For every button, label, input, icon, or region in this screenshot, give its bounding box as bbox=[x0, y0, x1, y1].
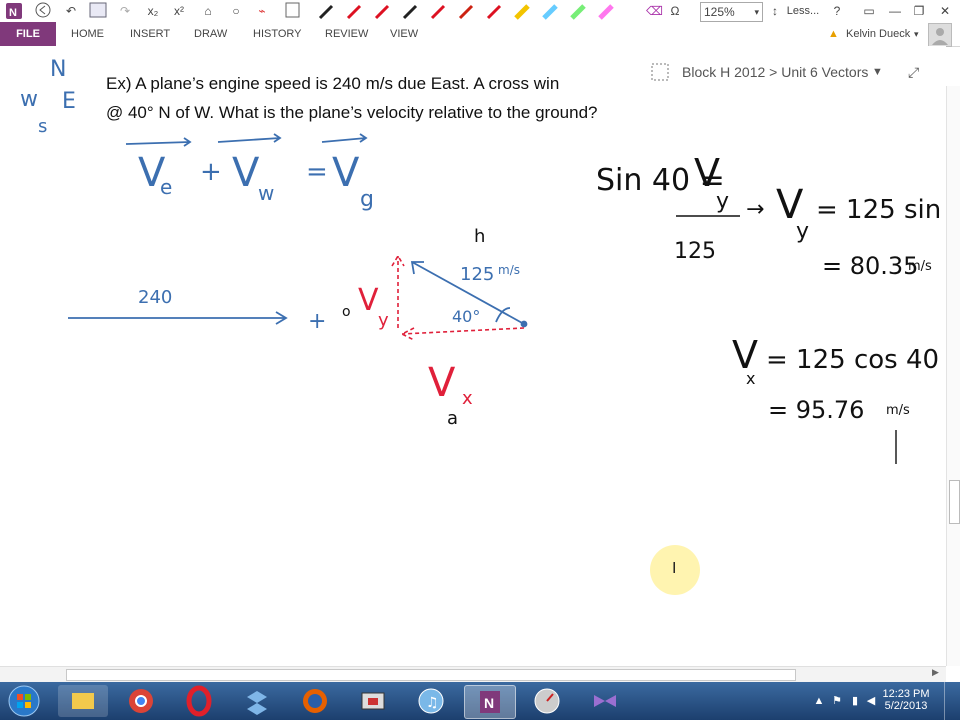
minimize-button[interactable]: — bbox=[886, 2, 904, 20]
taskbar: ♫ N ▲ ⚑ ▮ ◀ 12:23 PM 5/2/2013 bbox=[0, 682, 960, 720]
eraser-icon[interactable]: ⌁ bbox=[252, 2, 272, 20]
tab-view[interactable]: VIEW bbox=[390, 22, 418, 46]
insert-space-icon[interactable] bbox=[282, 2, 304, 20]
breadcrumb[interactable]: Block H 2012 > Unit 6 Vectors ▼ ⤢ bbox=[638, 58, 938, 86]
undo-icon[interactable]: ↶ bbox=[62, 2, 80, 20]
eraser-pen-icon[interactable]: ⌫ bbox=[646, 2, 663, 20]
less-button[interactable]: Less... bbox=[786, 2, 820, 20]
file-tab[interactable]: FILE bbox=[0, 22, 56, 46]
horizontal-scrollbar[interactable]: ▶ bbox=[0, 666, 946, 683]
help-button[interactable]: ? bbox=[830, 2, 844, 20]
chevron-down-icon[interactable]: ▾ bbox=[914, 22, 919, 46]
lasso-icon[interactable]: ○ bbox=[226, 2, 246, 20]
svg-text:♫: ♫ bbox=[426, 695, 439, 711]
pen-color-icon[interactable]: ↕ bbox=[766, 2, 784, 20]
opera-taskbar-icon[interactable] bbox=[174, 685, 224, 717]
notebook-icon bbox=[650, 58, 670, 91]
dropbox-taskbar-icon[interactable] bbox=[232, 685, 282, 717]
warning-icon: ▲ bbox=[828, 28, 839, 40]
zoom-value: 125% bbox=[704, 5, 735, 19]
tab-home[interactable]: HOME bbox=[71, 22, 104, 46]
pen-icons[interactable] bbox=[318, 2, 638, 20]
chevron-down-icon: ▾ bbox=[754, 7, 759, 17]
dock-icon[interactable] bbox=[88, 2, 108, 20]
clock-time: 12:23 PM bbox=[882, 688, 930, 700]
tray-arrow-icon[interactable]: ▲ bbox=[812, 682, 826, 720]
network-icon[interactable]: ▮ bbox=[848, 682, 862, 720]
page-canvas[interactable] bbox=[0, 46, 946, 666]
equation-button[interactable]: Ω bbox=[664, 2, 686, 20]
subscript-button[interactable]: x₂ bbox=[142, 2, 164, 20]
clock[interactable]: 12:23 PM 5/2/2013 bbox=[876, 682, 936, 720]
svg-text:N: N bbox=[484, 695, 494, 711]
start-button[interactable] bbox=[6, 684, 42, 718]
question-line-1: Ex) A plane’s engine speed is 240 m/s du… bbox=[106, 74, 560, 93]
svg-text:N: N bbox=[9, 7, 17, 19]
flag-icon[interactable]: ⚑ bbox=[830, 682, 844, 720]
explorer-taskbar-icon[interactable] bbox=[58, 685, 108, 717]
tab-draw[interactable]: DRAW bbox=[194, 22, 227, 46]
user-name[interactable]: Kelvin Dueck bbox=[846, 22, 910, 46]
restore-button[interactable]: ❐ bbox=[910, 2, 928, 20]
redo-icon[interactable]: ↷ bbox=[116, 2, 134, 20]
visual-studio-taskbar-icon[interactable] bbox=[580, 685, 630, 717]
chevron-down-icon[interactable]: ▼ bbox=[872, 58, 883, 86]
text-cursor-icon: I bbox=[672, 560, 677, 577]
tab-history[interactable]: HISTORY bbox=[253, 22, 302, 46]
tab-insert[interactable]: INSERT bbox=[130, 22, 170, 46]
tag-icon[interactable]: ⌂ bbox=[198, 2, 218, 20]
firefox-taskbar-icon[interactable] bbox=[290, 685, 340, 717]
breadcrumb-text: Block H 2012 > Unit 6 Vectors bbox=[682, 64, 869, 80]
question-line-2: @ 40° N of W. What is the plane’s veloci… bbox=[106, 103, 598, 122]
chrome-taskbar-icon[interactable] bbox=[116, 685, 166, 717]
recorder-taskbar-icon[interactable] bbox=[348, 685, 398, 717]
show-desktop-button[interactable] bbox=[944, 682, 960, 720]
close-button[interactable]: ✕ bbox=[936, 2, 954, 20]
vertical-scroll-thumb[interactable] bbox=[949, 480, 960, 524]
zoom-select[interactable]: 125% ▾ bbox=[700, 2, 763, 22]
clock-date: 5/2/2013 bbox=[884, 700, 928, 712]
itunes-taskbar-icon[interactable]: ♫ bbox=[406, 685, 456, 717]
vertical-scrollbar[interactable] bbox=[946, 86, 960, 666]
ribbon-tabs: FILE HOME INSERT DRAW HISTORY REVIEW VIE… bbox=[0, 22, 960, 47]
speedometer-taskbar-icon[interactable] bbox=[522, 685, 572, 717]
onenote-taskbar-icon[interactable]: N bbox=[464, 685, 516, 719]
scroll-right-icon[interactable]: ▶ bbox=[932, 667, 939, 678]
avatar[interactable] bbox=[928, 23, 952, 47]
quick-access-toolbar: N ↶ ↷ x₂ x² ⌂ ○ ⌁ ⌫ Ω 125% ▾ ↕ Less... ?… bbox=[0, 0, 960, 23]
tab-review[interactable]: REVIEW bbox=[325, 22, 368, 46]
ribbon-display-icon[interactable]: ▭ bbox=[860, 2, 878, 20]
onenote-logo-icon: N bbox=[4, 2, 24, 20]
superscript-button[interactable]: x² bbox=[168, 2, 190, 20]
horizontal-scroll-thumb[interactable] bbox=[66, 669, 796, 681]
back-icon[interactable] bbox=[34, 2, 52, 20]
expand-icon[interactable]: ⤢ bbox=[908, 58, 919, 86]
